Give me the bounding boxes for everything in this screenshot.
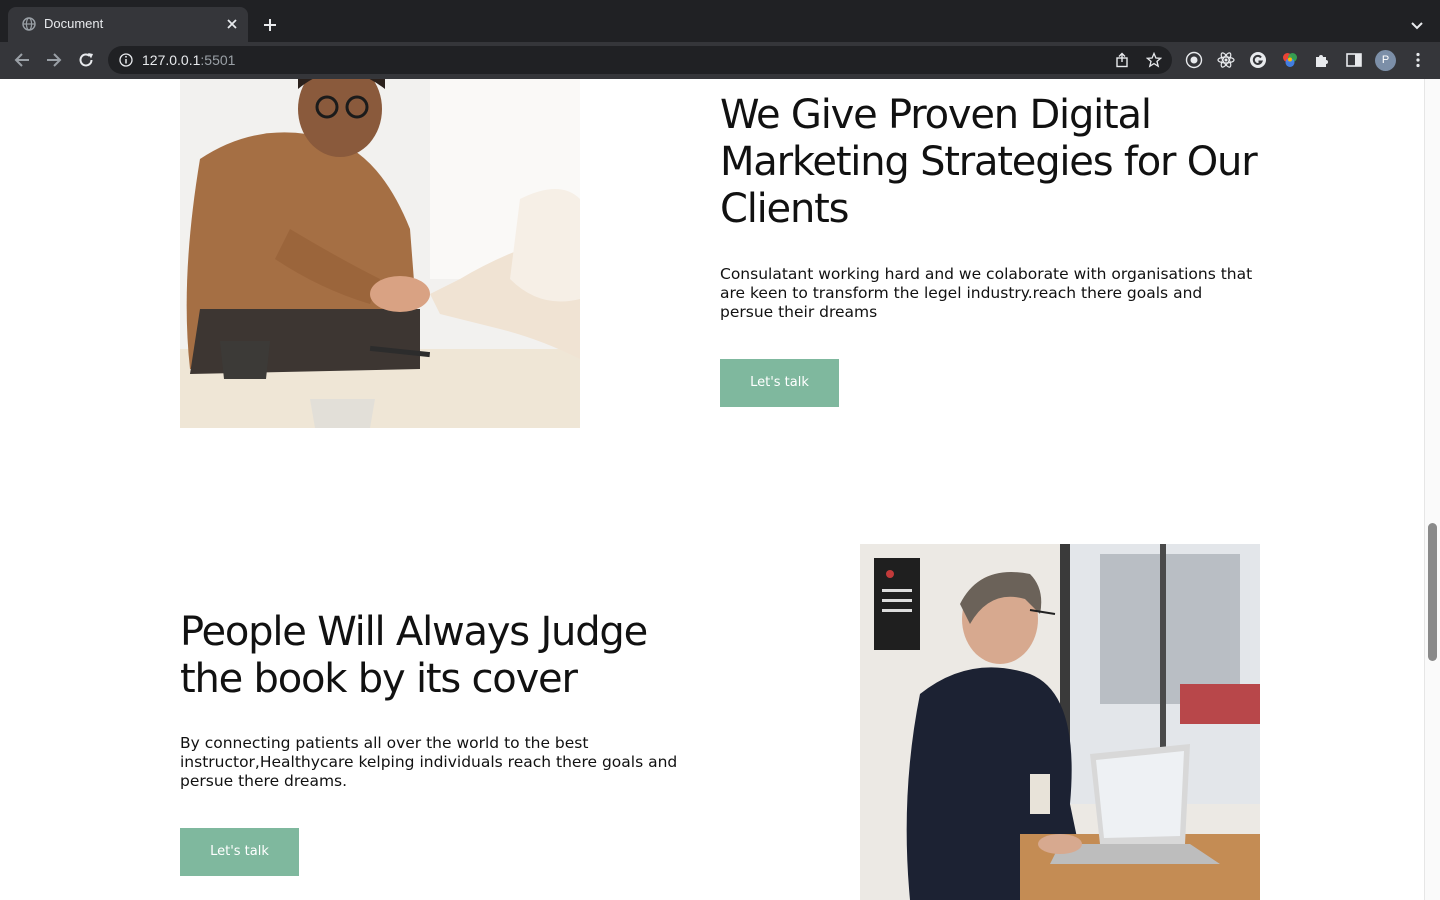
react-devtools-icon[interactable] bbox=[1217, 51, 1235, 69]
side-panel-icon[interactable] bbox=[1345, 51, 1363, 69]
section1-heading: We Give Proven Digital Marketing Strateg… bbox=[720, 92, 1258, 232]
reload-icon[interactable] bbox=[76, 50, 96, 70]
grammar-extension-icon[interactable] bbox=[1249, 51, 1267, 69]
tab-title: Document bbox=[44, 16, 104, 31]
share-icon[interactable] bbox=[1114, 52, 1130, 68]
forward-arrow-icon[interactable] bbox=[44, 50, 64, 70]
laptop-man-photo bbox=[860, 544, 1260, 900]
scrollbar-thumb[interactable] bbox=[1428, 523, 1437, 661]
section1-paragraph: Consulatant working hard and we colabora… bbox=[720, 265, 1253, 321]
info-icon[interactable] bbox=[119, 53, 133, 67]
close-icon[interactable] bbox=[224, 16, 240, 32]
browser-toolbar: 127.0.0.1:5501 P bbox=[0, 42, 1440, 79]
browser-tab[interactable]: Document bbox=[8, 7, 248, 42]
profile-avatar[interactable]: P bbox=[1375, 50, 1396, 71]
browser-tab-strip: Document bbox=[0, 0, 1440, 42]
globe-icon bbox=[22, 17, 36, 31]
lets-talk-button[interactable]: Let's talk bbox=[720, 359, 839, 407]
address-bar[interactable]: 127.0.0.1:5501 bbox=[108, 46, 1172, 74]
puzzle-icon[interactable] bbox=[1313, 51, 1331, 69]
star-icon[interactable] bbox=[1146, 52, 1162, 68]
plus-icon[interactable] bbox=[261, 16, 279, 34]
page-viewport: We Give Proven Digital Marketing Strateg… bbox=[0, 79, 1424, 900]
page-scrollbar[interactable] bbox=[1424, 79, 1440, 900]
section2-paragraph: By connecting patients all over the worl… bbox=[180, 734, 678, 790]
color-picker-icon[interactable] bbox=[1281, 51, 1299, 69]
lets-talk-button-2[interactable]: Let's talk bbox=[180, 828, 299, 876]
handshake-photo bbox=[180, 79, 580, 428]
chevron-down-icon[interactable] bbox=[1409, 17, 1425, 33]
url-text: 127.0.0.1:5501 bbox=[142, 52, 236, 68]
section2-heading: People Will Always Judge the book by its… bbox=[180, 609, 648, 702]
record-extension-icon[interactable] bbox=[1185, 51, 1203, 69]
kebab-menu-icon[interactable] bbox=[1409, 51, 1427, 69]
back-arrow-icon[interactable] bbox=[12, 50, 32, 70]
